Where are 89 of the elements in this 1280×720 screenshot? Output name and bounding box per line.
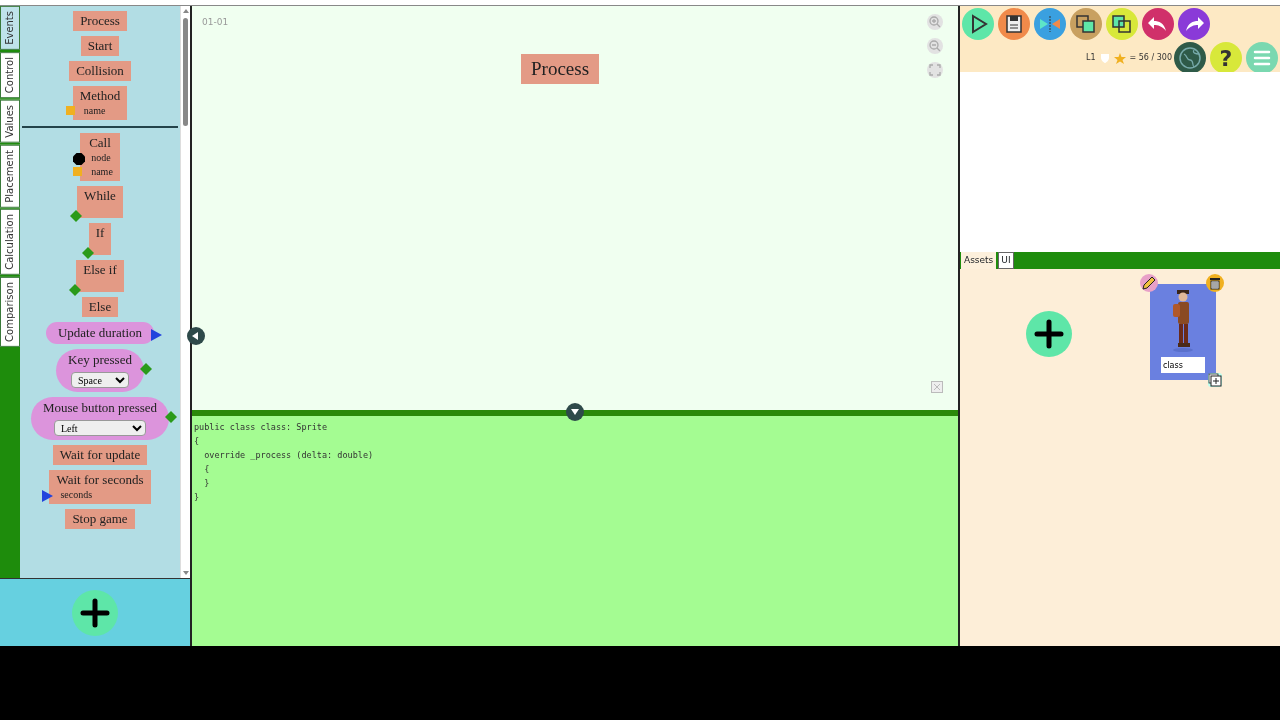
category-tab[interactable]: Placement xyxy=(0,144,20,208)
code-block[interactable]: Start xyxy=(80,36,120,56)
paste-button[interactable] xyxy=(1106,8,1138,40)
name-field[interactable]: class xyxy=(1161,357,1205,373)
star-icon xyxy=(1113,52,1126,64)
shield-icon xyxy=(1099,52,1110,64)
node-port-icon xyxy=(73,153,86,165)
block-label: Stop game xyxy=(72,511,128,527)
globe-button[interactable] xyxy=(1174,42,1206,74)
code-line: { xyxy=(194,435,200,448)
code-block[interactable]: While xyxy=(77,186,123,218)
code-block[interactable]: Method name xyxy=(72,86,128,120)
code-line: } xyxy=(194,491,200,504)
block-label: While xyxy=(84,188,116,204)
number-port-icon xyxy=(42,490,54,502)
parameter-port-icon xyxy=(73,167,83,176)
parameter-port-icon xyxy=(65,106,75,115)
scene-label: 01-01 xyxy=(202,16,229,29)
port-label: node xyxy=(91,152,111,163)
code-block[interactable]: Else xyxy=(81,297,119,317)
block-label: Else if xyxy=(83,262,117,278)
plus-icon xyxy=(1034,319,1064,349)
block-label: Call xyxy=(88,135,112,151)
category-tab[interactable]: Calculation xyxy=(0,209,20,276)
delete-button[interactable] xyxy=(1206,274,1224,292)
flip-button[interactable] xyxy=(1034,8,1066,40)
category-tab[interactable]: Events xyxy=(0,6,20,50)
collapse-code-icon[interactable] xyxy=(566,403,584,421)
add-asset-button[interactable] xyxy=(1026,311,1072,357)
key-dropdown[interactable]: Left xyxy=(54,420,146,436)
code-line: } xyxy=(203,477,210,490)
trigger-block[interactable]: Key pressed Space xyxy=(56,349,144,392)
condition-port-icon xyxy=(69,284,82,296)
collapse-panel-icon[interactable] xyxy=(187,327,205,345)
number-port-icon xyxy=(151,329,163,341)
block-label: Collision xyxy=(76,63,124,79)
code-line: public class class: Sprite xyxy=(194,421,328,434)
block-label: Method xyxy=(79,88,121,104)
save-button[interactable] xyxy=(998,8,1030,40)
undo-button[interactable] xyxy=(1142,8,1174,40)
block-label: Start xyxy=(87,38,113,54)
score-label: = 56 / 300 xyxy=(1129,52,1172,64)
help-button[interactable]: ? xyxy=(1210,42,1242,74)
edit-button[interactable] xyxy=(1140,274,1158,292)
code-block[interactable]: Wait for seconds seconds xyxy=(49,470,151,504)
category-tab[interactable]: Values xyxy=(0,100,20,143)
copy-button[interactable] xyxy=(1070,8,1102,40)
scroll-up-icon[interactable] xyxy=(183,9,189,13)
redo-button[interactable] xyxy=(1178,8,1210,40)
block-label: Wait for seconds xyxy=(56,472,144,488)
category-tab[interactable]: Comparison xyxy=(0,277,20,348)
code-line: override _process (delta: double) xyxy=(203,449,374,462)
code-block[interactable]: Wait for update xyxy=(52,445,148,465)
pencil-icon xyxy=(1140,274,1158,292)
duplicate-button[interactable] xyxy=(1208,373,1222,387)
block-label: Wait for update xyxy=(59,447,141,463)
port-label: name xyxy=(91,166,113,177)
block-label: Else xyxy=(88,299,112,315)
block-label: Update duration xyxy=(57,325,143,341)
condition-port-icon xyxy=(139,363,152,375)
add-block-button[interactable] xyxy=(72,589,118,636)
block-label: Mouse button pressed xyxy=(42,400,158,416)
code-block[interactable]: Process xyxy=(73,11,127,31)
level-label: L1 xyxy=(1085,52,1096,64)
plus-icon xyxy=(80,597,110,628)
trigger-block[interactable]: Update duration xyxy=(45,322,155,344)
trigger-block[interactable]: Mouse button pressed Left xyxy=(30,397,170,440)
code-line: { xyxy=(203,463,210,476)
play-button[interactable] xyxy=(962,8,994,40)
asset-tab[interactable]: Assets xyxy=(961,252,997,269)
code-block[interactable]: Else if xyxy=(76,260,124,292)
condition-port-icon xyxy=(70,210,83,222)
port-label: seconds xyxy=(60,489,93,500)
condition-port-icon xyxy=(165,411,178,423)
code-block[interactable]: Stop game xyxy=(65,509,135,529)
code-block[interactable]: Process xyxy=(521,54,600,84)
block-label: Process xyxy=(80,13,120,29)
asset-tab[interactable]: UI xyxy=(998,252,1014,269)
scrollbar-thumb[interactable] xyxy=(183,18,188,126)
category-tab[interactable]: Control xyxy=(0,51,20,98)
code-block[interactable]: If xyxy=(88,223,112,255)
code-block[interactable]: Call node name xyxy=(80,133,120,181)
block-label: If xyxy=(95,225,105,241)
duplicate-icon xyxy=(1208,373,1222,387)
scroll-down-icon[interactable] xyxy=(183,571,189,575)
port-label: name xyxy=(83,105,106,116)
code-block[interactable]: Collision xyxy=(69,61,131,81)
block-label: Key pressed xyxy=(68,352,132,368)
key-dropdown[interactable]: Space xyxy=(71,372,129,388)
